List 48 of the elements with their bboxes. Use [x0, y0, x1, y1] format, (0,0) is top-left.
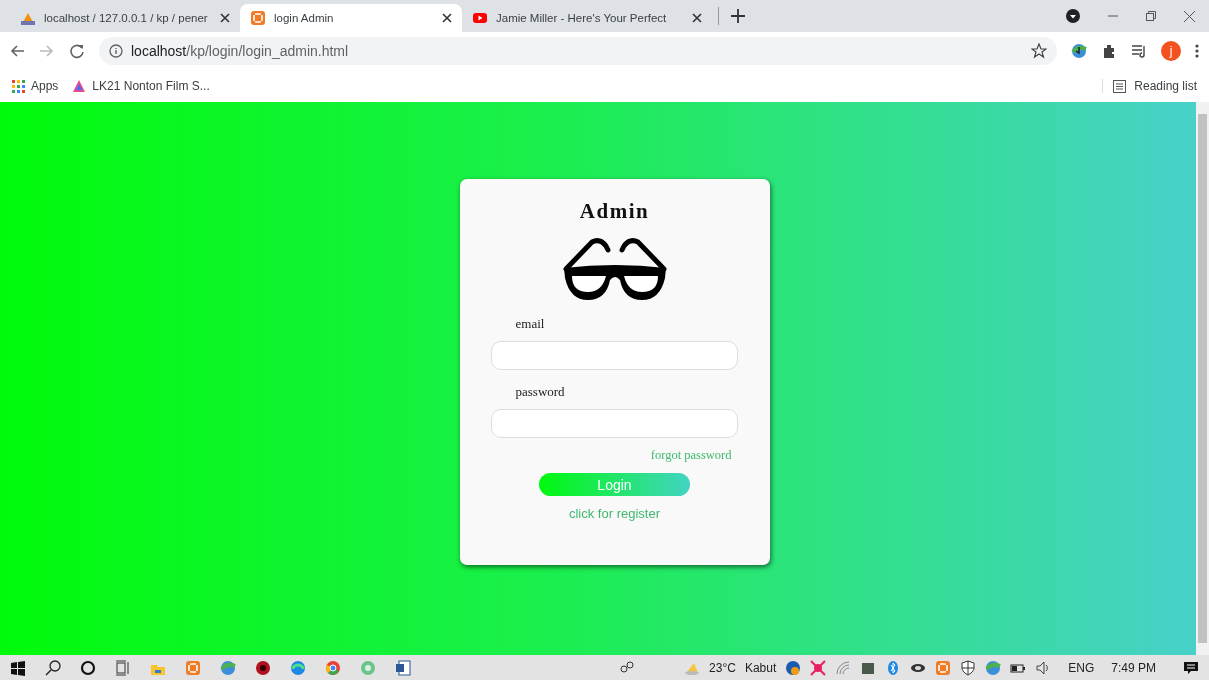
- address-bar[interactable]: localhost/kp/login/login_admin.html: [99, 37, 1057, 65]
- email-field[interactable]: [491, 341, 738, 370]
- wave-logo-icon[interactable]: [290, 659, 306, 676]
- reload-icon[interactable]: [70, 43, 85, 59]
- bookmark-star-icon[interactable]: [1031, 43, 1047, 59]
- browser-logo-icon[interactable]: [325, 659, 341, 676]
- language-indicator[interactable]: ENG: [1068, 660, 1095, 675]
- temperature-text[interactable]: 23°C: [709, 660, 736, 675]
- globe-download-icon[interactable]: [1071, 43, 1087, 59]
- back-icon[interactable]: [10, 44, 26, 58]
- reading-list-button[interactable]: Reading list: [1102, 79, 1197, 93]
- scrollbar[interactable]: [1196, 102, 1209, 655]
- browser-tab[interactable]: Jamie Miller - Here's Your Perfect: [462, 4, 712, 32]
- windows-start-icon[interactable]: [10, 659, 26, 676]
- document-app-icon[interactable]: [395, 659, 411, 676]
- close-tab-icon[interactable]: [220, 13, 230, 23]
- browser-tab[interactable]: localhost / 127.0.0.1 / kp / pener: [10, 4, 240, 32]
- triangle-logo-icon: [72, 79, 87, 93]
- notification-icon[interactable]: [1183, 659, 1199, 676]
- shield-icon[interactable]: [960, 659, 977, 676]
- apps-grid-icon: [12, 79, 25, 93]
- clock-text[interactable]: 7:49 PM: [1111, 660, 1156, 675]
- search-icon[interactable]: [45, 659, 61, 676]
- weather-text[interactable]: Kabut: [744, 660, 777, 675]
- password-field[interactable]: [491, 409, 738, 438]
- login-title: Admin: [579, 199, 650, 224]
- circle-icon[interactable]: [80, 659, 96, 676]
- close-tab-icon[interactable]: [442, 13, 452, 23]
- menu-icon[interactable]: [1195, 44, 1199, 58]
- close-tab-icon[interactable]: [692, 13, 702, 23]
- list-icon: [1113, 79, 1127, 93]
- task-view-icon[interactable]: [115, 659, 131, 676]
- media-queue-icon[interactable]: [1131, 43, 1147, 59]
- close-icon[interactable]: [1184, 10, 1195, 22]
- play-logo-icon: [472, 10, 488, 26]
- info-icon: [109, 44, 123, 58]
- bookmark-link[interactable]: Apps: [12, 79, 59, 93]
- circle-icon[interactable]: [255, 659, 271, 676]
- app-logo-icon: [250, 10, 266, 26]
- url-text: localhost/kp/login/login_admin.html: [131, 43, 349, 59]
- tab-search-icon[interactable]: [1066, 9, 1080, 23]
- browser-tab[interactable]: login Admin: [240, 4, 462, 32]
- field-label: email: [515, 316, 545, 332]
- restore-icon[interactable]: [1146, 11, 1156, 21]
- new-tab-icon[interactable]: [731, 9, 745, 23]
- field-label: password: [515, 384, 565, 400]
- puzzle-icon[interactable]: [1101, 43, 1117, 59]
- bookmark-link[interactable]: LK21 Nonton Film S...: [72, 79, 210, 93]
